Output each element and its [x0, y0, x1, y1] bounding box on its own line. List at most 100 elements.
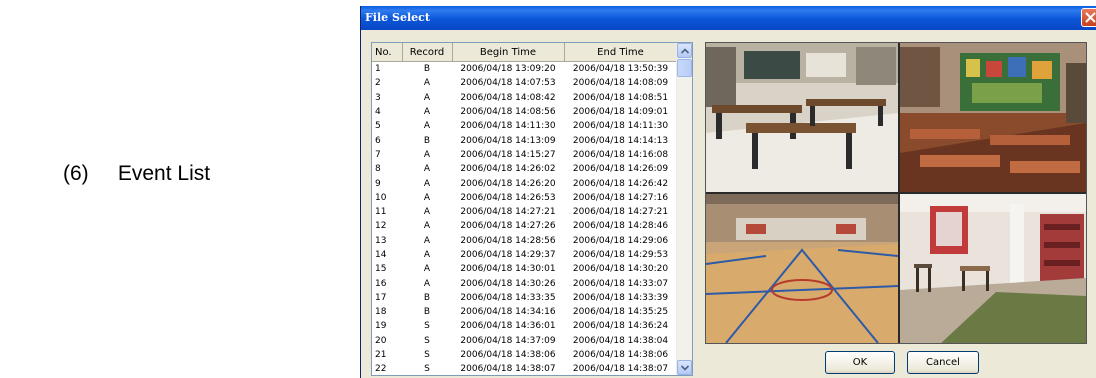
table-row[interactable]: 13 A 2006/04/18 14:28:56 2006/04/18 14:29:0…: [372, 234, 677, 248]
event-list[interactable]: No. Record Begin Time End Time 1 B 2006/04…: [371, 42, 693, 376]
cell-no: 1: [375, 64, 381, 75]
camera-view-3[interactable]: [706, 194, 898, 343]
cell-record: A: [423, 164, 431, 175]
caption-text: Event List: [117, 162, 211, 185]
ok-button[interactable]: OK: [825, 351, 895, 374]
cell-begin-time: 2006/04/18 13:09:20: [460, 64, 556, 75]
cell-begin-time: 2006/04/18 14:36:01: [460, 321, 556, 332]
table-row[interactable]: 10 A 2006/04/18 14:26:53 2006/04/18 14:27:1…: [372, 191, 677, 205]
cell-begin-time: 2006/04/18 14:26:20: [460, 178, 556, 189]
table-row[interactable]: 6 B 2006/04/18 14:13:09 2006/04/18 14:14:13: [372, 133, 677, 147]
table-row[interactable]: 12 A 2006/04/18 14:27:26 2006/04/18 14:28:4…: [372, 219, 677, 233]
table-header-row: No. Record Begin Time End Time: [372, 43, 678, 62]
cell-end-time: 2006/04/18 14:27:16: [572, 192, 669, 203]
cell-no: 3: [375, 92, 381, 103]
column-header-end-time[interactable]: End Time: [564, 43, 678, 62]
table-row[interactable]: 9 A 2006/04/18 14:26:20 2006/04/18 14:26:42: [372, 176, 677, 190]
cell-end-time: 2006/04/18 14:26:09: [572, 164, 669, 175]
cell-begin-time: 2006/04/18 14:15:27: [460, 149, 556, 160]
cell-begin-time: 2006/04/18 14:08:42: [460, 92, 556, 103]
title-bar[interactable]: File Select: [361, 6, 1096, 30]
cell-end-time: 2006/04/18 14:09:01: [572, 107, 669, 118]
cell-no: 17: [375, 292, 387, 303]
cell-begin-time: 2006/04/18 14:26:53: [460, 192, 556, 203]
table-row[interactable]: 7 A 2006/04/18 14:15:27 2006/04/18 14:16:08: [372, 148, 677, 162]
table-row[interactable]: 15 A 2006/04/18 14:30:01 2006/04/18 14:30:2…: [372, 262, 677, 276]
table-row[interactable]: 2 A 2006/04/18 14:07:53 2006/04/18 14:08:09: [372, 76, 677, 90]
table-row[interactable]: 11 A 2006/04/18 14:27:21 2006/04/18 14:27:2…: [372, 205, 677, 219]
cell-record: S: [424, 364, 430, 375]
cell-record: S: [424, 321, 430, 332]
column-header-record[interactable]: Record: [402, 43, 453, 62]
cell-begin-time: 2006/04/18 14:33:35: [460, 292, 556, 303]
cell-no: 22: [375, 364, 387, 375]
cell-no: 6: [375, 135, 381, 146]
cell-begin-time: 2006/04/18 14:29:37: [460, 250, 556, 260]
table-row[interactable]: 8 A 2006/04/18 14:26:02 2006/04/18 14:26:09: [372, 162, 677, 176]
cell-no: 4: [375, 107, 381, 118]
cell-record: B: [423, 64, 431, 75]
cell-no: 5: [375, 121, 381, 132]
cell-record: A: [423, 192, 431, 203]
cell-record: S: [424, 350, 430, 361]
camera-view-2[interactable]: [900, 43, 1086, 192]
scroll-down-button[interactable]: [677, 360, 692, 375]
close-button[interactable]: [1081, 8, 1096, 27]
chevron-up-icon: [681, 48, 689, 54]
table-row[interactable]: 1 B 2006/04/18 13:09:20 2006/04/18 13:50:39: [372, 62, 677, 77]
document-caption: (6) Event List: [63, 162, 210, 186]
cell-begin-time: 2006/04/18 14:34:16: [460, 307, 556, 318]
camera-preview-panel: [705, 42, 1087, 344]
table-row[interactable]: 21 S 2006/04/18 14:38:06 2006/04/18 14:38:0…: [372, 348, 677, 362]
cell-end-time: 2006/04/18 14:08:51: [572, 92, 669, 103]
close-icon: [1085, 12, 1096, 23]
column-header-begin-time[interactable]: Begin Time: [452, 43, 565, 62]
table-row[interactable]: 5 A 2006/04/18 14:11:30 2006/04/18 14:11:30: [372, 119, 677, 133]
table-row[interactable]: 22 S 2006/04/18 14:38:07 2006/04/18 14:38:0…: [372, 362, 677, 375]
cell-end-time: 2006/04/18 14:38:04: [572, 335, 669, 346]
cell-no: 8: [375, 164, 381, 175]
camera-view-1[interactable]: [706, 43, 898, 192]
cell-begin-time: 2006/04/18 14:27:26: [460, 221, 556, 232]
cell-no: 2: [375, 78, 381, 89]
cell-begin-time: 2006/04/18 14:30:26: [460, 278, 556, 289]
column-header-no[interactable]: No.: [372, 43, 403, 62]
table-row[interactable]: 4 A 2006/04/18 14:08:56 2006/04/18 14:09:01: [372, 105, 677, 119]
cell-end-time: 2006/04/18 14:33:39: [572, 292, 669, 303]
cell-record: B: [423, 135, 431, 146]
table-row[interactable]: 17 B 2006/04/18 14:33:35 2006/04/18 14:33:3…: [372, 291, 677, 305]
cell-record: B: [423, 292, 431, 303]
table-row[interactable]: 16 A 2006/04/18 14:30:26 2006/04/18 14:33:0…: [372, 276, 677, 290]
table-row[interactable]: 18 B 2006/04/18 14:34:16 2006/04/18 14:35:2…: [372, 305, 677, 319]
cell-no: 12: [375, 221, 387, 232]
cell-begin-time: 2006/04/18 14:13:09: [460, 135, 556, 146]
cell-record: A: [423, 278, 431, 289]
cell-no: 19: [375, 321, 387, 332]
vertical-scrollbar[interactable]: [676, 43, 692, 375]
cell-end-time: 2006/04/18 14:33:07: [572, 278, 669, 289]
cell-begin-time: 2006/04/18 14:30:01: [460, 264, 556, 275]
cell-record: A: [423, 178, 431, 189]
cell-end-time: 2006/04/18 14:08:09: [572, 78, 669, 89]
table-row[interactable]: 19 S 2006/04/18 14:36:01 2006/04/18 14:36:2…: [372, 319, 677, 333]
table-row[interactable]: 14 A 2006/04/18 14:29:37 2006/04/18 14:29:5…: [372, 248, 677, 262]
cell-no: 7: [375, 149, 381, 160]
cell-no: 9: [375, 178, 381, 189]
table-row[interactable]: 3 A 2006/04/18 14:08:42 2006/04/18 14:08:51: [372, 91, 677, 105]
cell-end-time: 2006/04/18 14:35:25: [572, 307, 669, 318]
cell-no: 13: [375, 235, 387, 246]
table-row[interactable]: 20 S 2006/04/18 14:37:09 2006/04/18 14:38:0…: [372, 334, 677, 348]
cell-record: A: [423, 78, 431, 89]
cell-record: A: [423, 221, 431, 232]
cancel-button[interactable]: Cancel: [907, 351, 979, 374]
cell-no: 18: [375, 307, 387, 318]
cell-end-time: 2006/04/18 14:28:46: [572, 221, 669, 232]
cell-end-time: 2006/04/18 14:16:08: [572, 149, 669, 160]
cell-end-time: 2006/04/18 14:38:07: [572, 364, 669, 375]
scroll-up-button[interactable]: [677, 43, 692, 58]
camera-view-4[interactable]: [900, 194, 1086, 343]
scrollbar-thumb[interactable]: [677, 59, 692, 77]
cell-end-time: 2006/04/18 14:30:20: [572, 264, 669, 275]
cell-record: A: [423, 121, 431, 132]
cell-no: 11: [375, 207, 387, 218]
